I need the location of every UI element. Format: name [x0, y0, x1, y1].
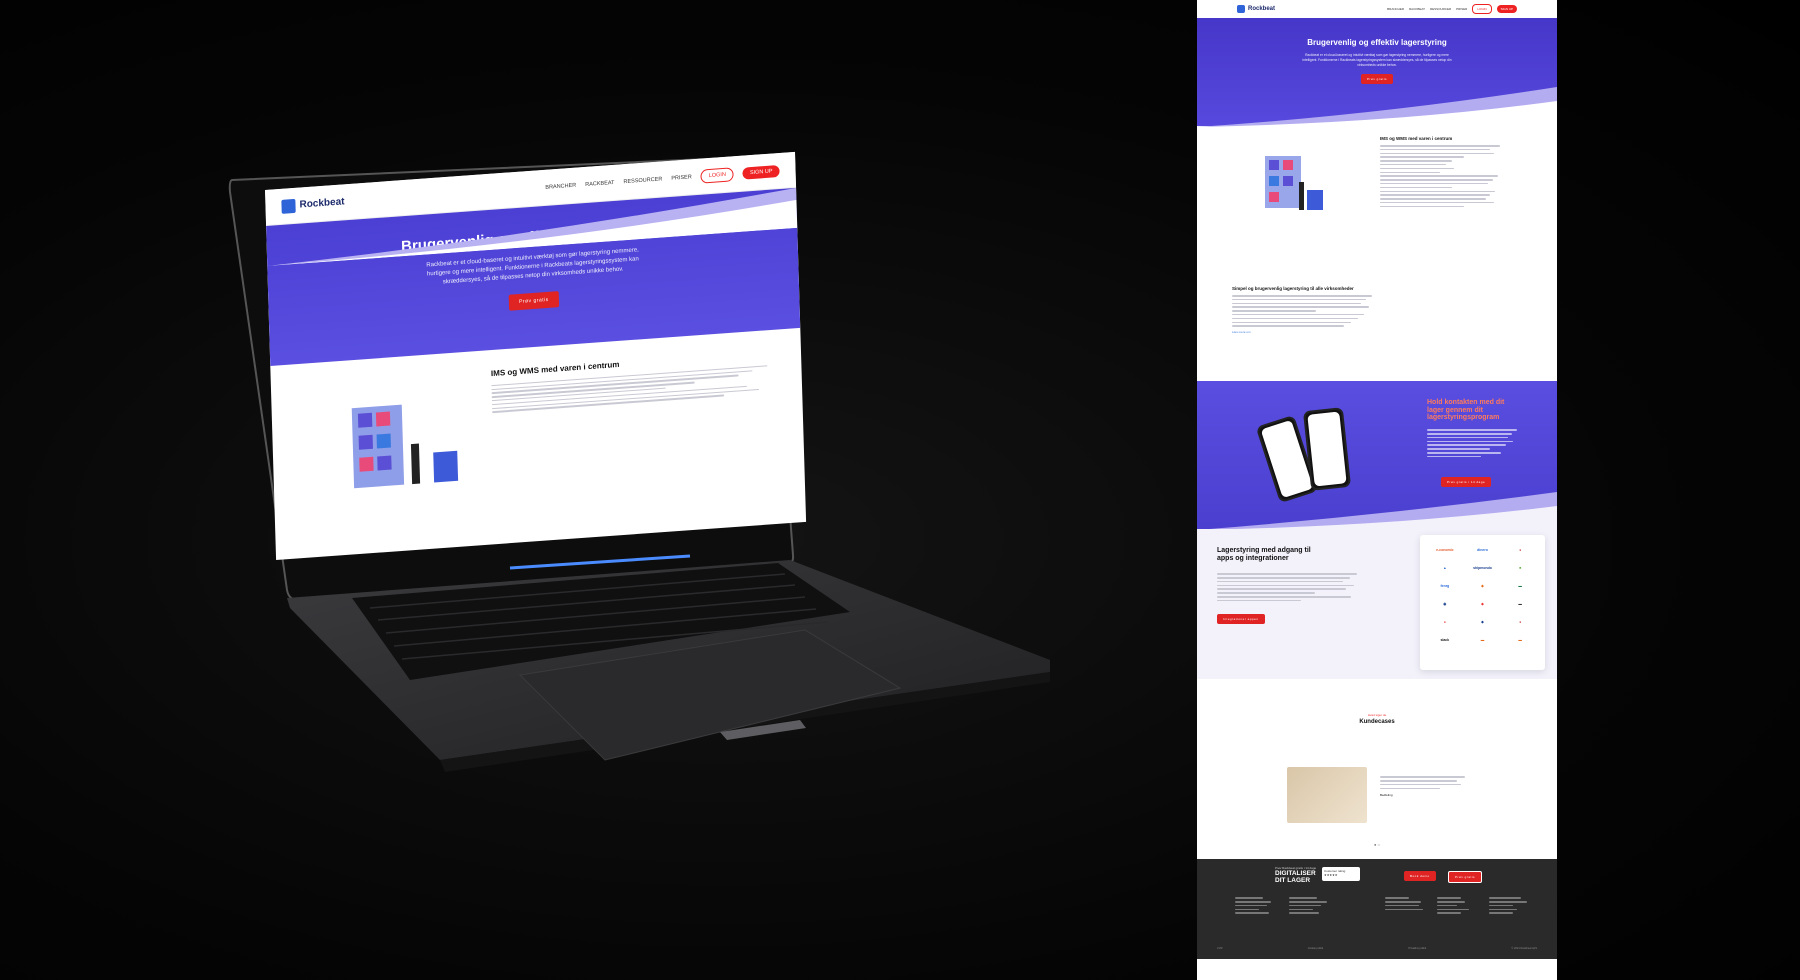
- preview-signup-button[interactable]: Sign up: [1496, 5, 1517, 13]
- footer-try-free-button[interactable]: Prøv gratis: [1448, 871, 1483, 883]
- logo-shipmondo[interactable]: shipmondo: [1473, 566, 1492, 570]
- warehouse-illustration: [291, 368, 496, 532]
- footer-col-2: [1289, 895, 1329, 916]
- preview-menu: Brancher Rackbeat Ressourcer Priser Logi…: [1387, 4, 1517, 14]
- cases-title: Kundecases: [1359, 719, 1395, 725]
- nav-item-rackbeat[interactable]: Rackbeat: [585, 179, 614, 187]
- logo-chip-6[interactable]: ■: [1519, 566, 1521, 570]
- nav-item-ressourcer[interactable]: Ressourcer: [623, 176, 662, 185]
- preview-section-mobile: Hold kontakten med dit lager gennem dit …: [1197, 381, 1557, 530]
- footer-headline-1: DIGITALISER: [1275, 870, 1316, 878]
- laptop-menu: Brancher Rackbeat Ressourcer Priser Logi…: [545, 163, 780, 194]
- preview-hero-wave: [1197, 87, 1557, 127]
- preview-nav-rackbeat[interactable]: Rackbeat: [1409, 7, 1425, 11]
- login-button[interactable]: Login: [700, 166, 735, 184]
- showcase-stage: Rockbeat Brancher Rackbeat Ressourcer Pr…: [0, 0, 1800, 980]
- preview-hero-body: Rackbeat er et cloud-baseret og intuitiv…: [1302, 53, 1452, 67]
- full-page-preview: Rockbeat Brancher Rackbeat Ressourcer Pr…: [1197, 0, 1557, 980]
- cases-kicker: Hvad siger de: [1367, 713, 1387, 717]
- preview-integrations-text: [1217, 571, 1357, 604]
- preview-logo[interactable]: Rockbeat: [1237, 5, 1275, 13]
- logo-chip-14[interactable]: ◆: [1481, 620, 1484, 624]
- case-quote: Bedfeling: [1380, 774, 1465, 797]
- preview-ims-title: IMS og WMS med varen i centrum: [1380, 136, 1453, 141]
- case-photo: [1287, 767, 1367, 823]
- cube-logo-icon: [281, 198, 296, 214]
- nav-item-brancher[interactable]: Brancher: [545, 182, 576, 190]
- case-author: Bedfeling: [1380, 793, 1393, 798]
- signup-button[interactable]: Sign up: [742, 164, 780, 180]
- logo-chip-8[interactable]: ◆: [1481, 584, 1484, 588]
- footer-bottom-privacy[interactable]: Privatlivs politik: [1408, 947, 1426, 950]
- preview-section-ims: IMS og WMS med varen i centrum Simpel og…: [1197, 126, 1557, 381]
- preview-hero-title: Brugervenlig og effektiv lagerstyring: [1307, 38, 1447, 47]
- preview-simple-title: Simpel og brugervenlig lagerstyring til …: [1232, 286, 1354, 291]
- preview-section-integrations: Lagerstyring med adgang til apps og inte…: [1197, 529, 1557, 679]
- logo-chip-10[interactable]: ◉: [1443, 602, 1446, 606]
- preview-integrations-title: Lagerstyring med adgang til apps og inte…: [1217, 547, 1311, 563]
- preview-navbar: Rockbeat Brancher Rackbeat Ressourcer Pr…: [1197, 0, 1557, 18]
- preview-ims-text: IMS og WMS med varen i centrum: [1380, 136, 1500, 210]
- phone-right: [1302, 407, 1352, 491]
- logo-economic[interactable]: e-conomic: [1436, 548, 1454, 552]
- brand-name: Rockbeat: [299, 196, 345, 211]
- logo-chip-15[interactable]: ●: [1519, 620, 1521, 624]
- preview-brand-name: Rockbeat: [1248, 6, 1276, 12]
- brand-logo[interactable]: Rockbeat: [281, 195, 345, 214]
- preview-read-more-link[interactable]: Læs mere om: [1232, 330, 1372, 334]
- footer-book-demo-button[interactable]: Book demo: [1404, 871, 1436, 881]
- preview-hero: Brugervenlig og effektiv lagerstyring Ra…: [1197, 18, 1557, 127]
- laptop-mockup: Rockbeat Brancher Rackbeat Ressourcer Pr…: [0, 0, 1100, 980]
- preview-hero-cta[interactable]: Prøv gratis: [1360, 73, 1393, 84]
- preview-mobile-title: Hold kontakten med dit lager gennem dit …: [1427, 399, 1505, 422]
- preview-mobile-cta[interactable]: Prøv gratis i 14 dage: [1441, 477, 1492, 487]
- logo-fenrg[interactable]: fenrg: [1440, 584, 1449, 588]
- preview-integrations-cta[interactable]: Integrationer appen: [1217, 614, 1265, 624]
- footer-bottom-cvr[interactable]: CVR: [1217, 947, 1222, 950]
- hero-cta-button[interactable]: Prøv gratis: [508, 291, 559, 311]
- footer-bottom-copyright: © 2021 Rackbeat ApS: [1511, 947, 1537, 950]
- footer-bottom-bar: CVR Cookie politik Privatlivs politik © …: [1217, 947, 1537, 950]
- integration-logo-grid: e-conomic dinero ● ▲ shipmondo ■ fenrg ◆…: [1420, 535, 1545, 670]
- logo-chip-9[interactable]: ▬: [1518, 584, 1522, 588]
- preview-mobile-text: [1427, 427, 1517, 460]
- footer-col-4: [1437, 895, 1477, 916]
- footer-headline: Prøv Rackbeat gratis i 14 dage DIGITALIS…: [1275, 866, 1316, 885]
- logo-chip-13[interactable]: ●: [1444, 620, 1446, 624]
- logo-chip-18[interactable]: ▬: [1518, 638, 1522, 642]
- ims-text: IMS og WMS med varen i centrum: [491, 347, 786, 518]
- laptop-section-ims: IMS og WMS med varen i centrum: [270, 328, 806, 552]
- rating-badge: Customer rating ★★★★★: [1322, 867, 1360, 881]
- logo-chip-3[interactable]: ●: [1519, 548, 1521, 552]
- preview-footer: Prøv Rackbeat gratis i 14 dage DIGITALIS…: [1197, 859, 1557, 959]
- footer-col-3: [1385, 895, 1425, 912]
- preview-login-button[interactable]: Login: [1472, 4, 1492, 14]
- preview-mobile-wave: [1197, 492, 1557, 530]
- logo-chip-4[interactable]: ▲: [1443, 566, 1446, 570]
- footer-col-1: [1235, 895, 1275, 916]
- preview-nav-ressourcer[interactable]: Ressourcer: [1430, 7, 1451, 11]
- footer-col-5: [1489, 895, 1529, 916]
- preview-simple-text: Simpel og brugervenlig lagerstyring til …: [1232, 286, 1372, 334]
- nav-item-priser[interactable]: Priser: [671, 174, 692, 181]
- preview-nav-brancher[interactable]: Brancher: [1387, 7, 1404, 11]
- cube-logo-icon: [1237, 5, 1245, 13]
- logo-dinero[interactable]: dinero: [1477, 548, 1488, 552]
- preview-nav-priser[interactable]: Priser: [1456, 7, 1467, 11]
- footer-bottom-cookie[interactable]: Cookie politik: [1308, 947, 1323, 950]
- footer-headline-2: DIT LAGER: [1275, 877, 1311, 885]
- logo-chip-12[interactable]: ▬: [1518, 602, 1522, 606]
- laptop-screen: Rockbeat Brancher Rackbeat Ressourcer Pr…: [265, 151, 807, 560]
- logo-chip-11[interactable]: ◆: [1481, 602, 1484, 606]
- logo-chip-17[interactable]: ▬: [1481, 638, 1485, 642]
- carousel-dots[interactable]: ● ○: [1197, 842, 1557, 847]
- logo-slack[interactable]: slack: [1440, 638, 1449, 642]
- preview-section-cases: Hvad siger de Kundecases Bedfeling ● ○: [1197, 679, 1557, 859]
- preview-warehouse-illustration: [1265, 156, 1323, 210]
